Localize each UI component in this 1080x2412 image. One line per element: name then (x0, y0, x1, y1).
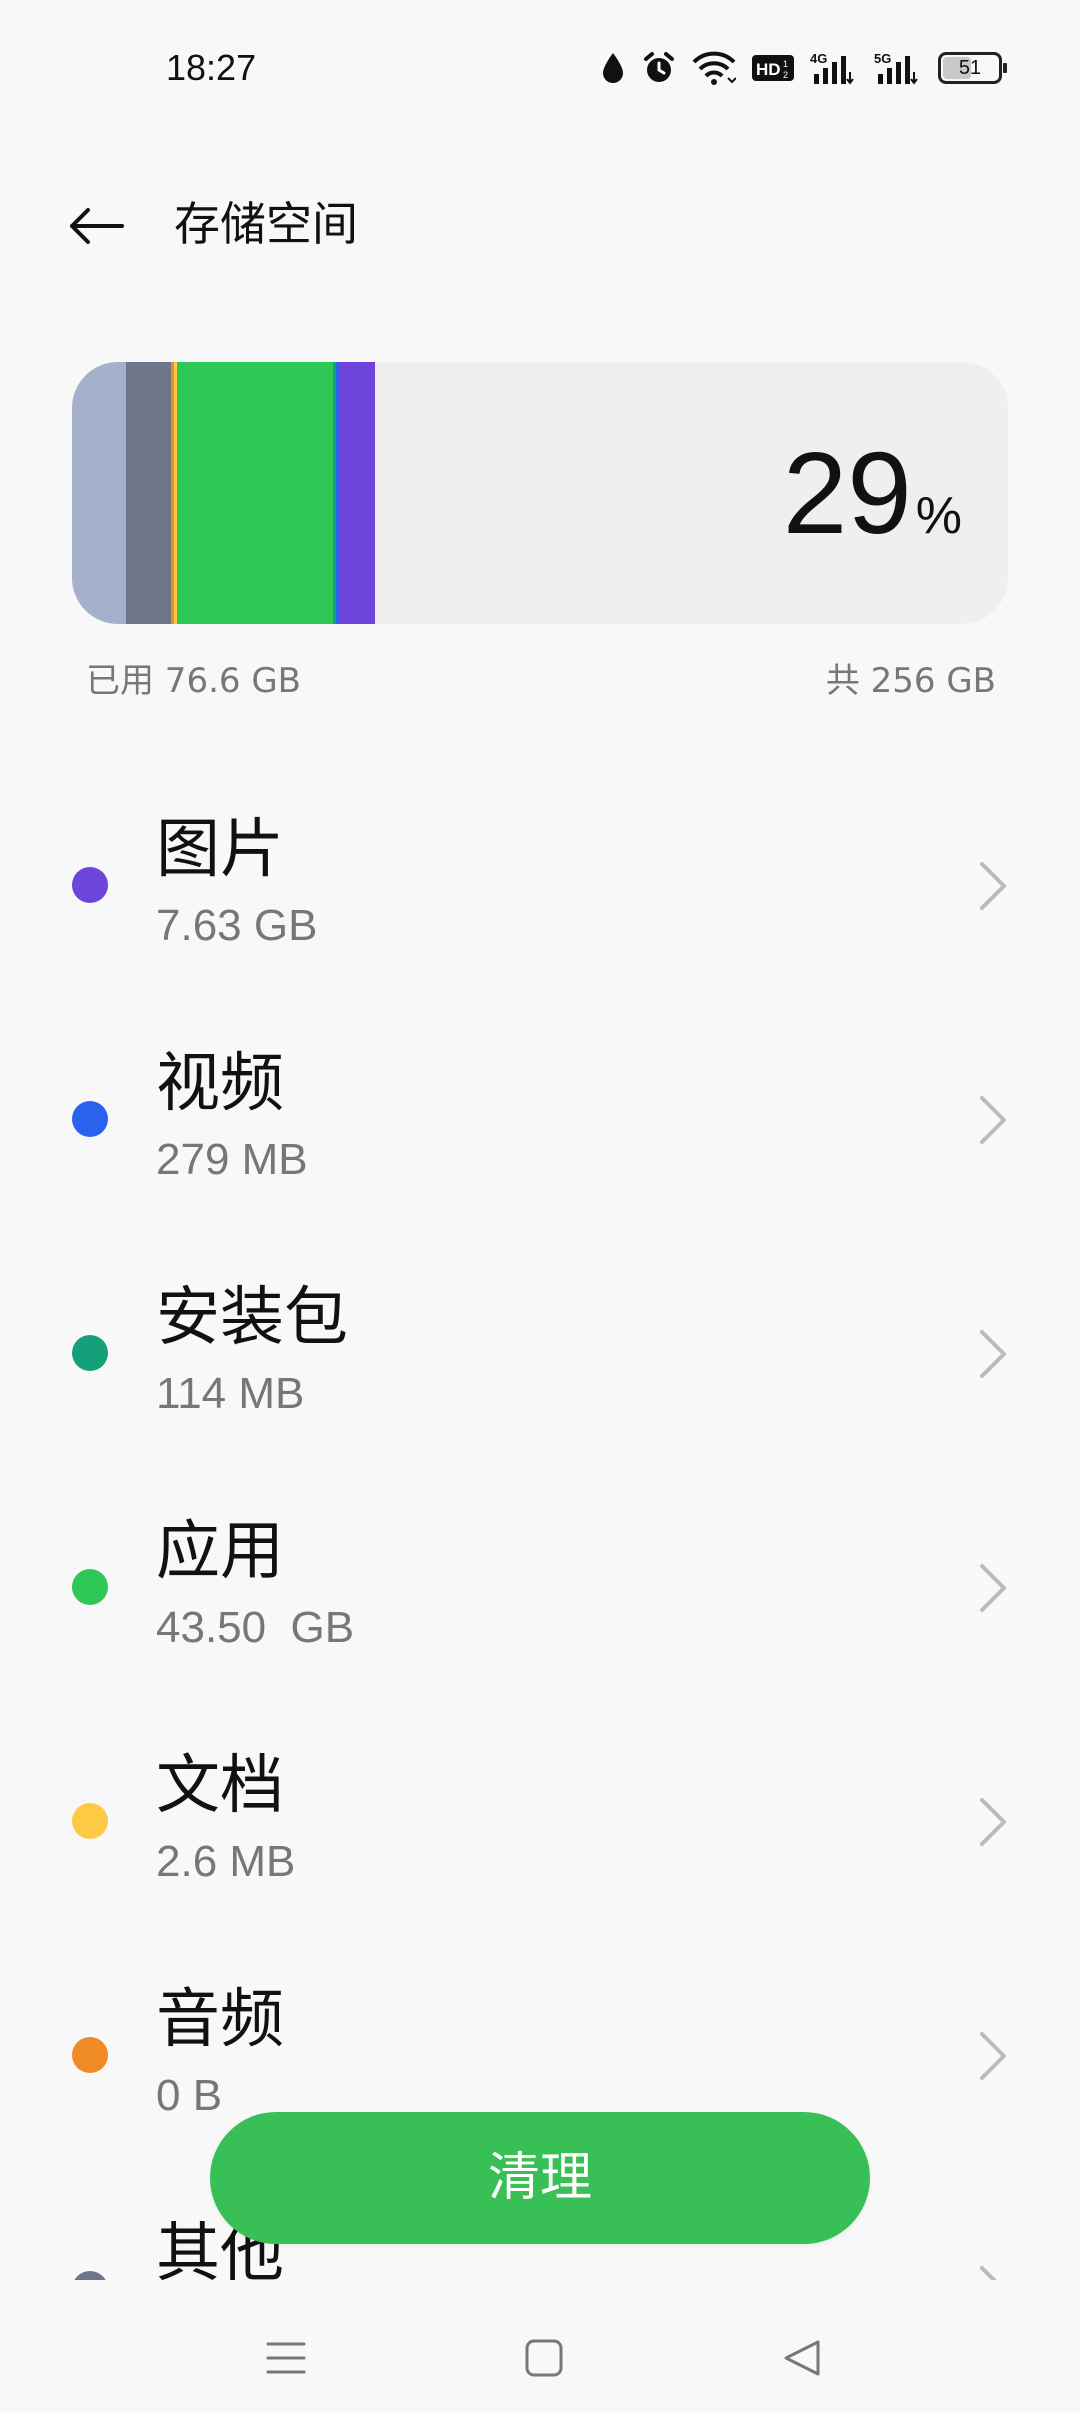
category-size: 2.6 MB (156, 1837, 296, 1886)
category-row-pictures[interactable]: 图片 7.63 GB (0, 770, 1080, 1004)
category-color-dot (72, 2037, 108, 2073)
category-name: 图片 (156, 813, 284, 887)
category-row-apps[interactable]: 应用 43.50 GB (0, 1472, 1080, 1706)
5g-signal-icon: 5G (874, 50, 922, 86)
usage-percent-value: 29 (782, 428, 912, 558)
chevron-right-icon (980, 2032, 1006, 2080)
hd-label: HD (756, 60, 781, 79)
home-button[interactable] (508, 2322, 580, 2394)
usage-percent-sign: % (915, 487, 962, 545)
menu-icon (266, 2342, 306, 2374)
arrow-left-icon (70, 208, 124, 244)
category-color-dot (72, 1803, 108, 1839)
back-nav-button[interactable] (766, 2322, 838, 2394)
status-bar: 18:27 HD 1 2 4G 5G 51 (0, 0, 1080, 136)
category-name: 文档 (156, 1749, 284, 1823)
category-color-dot (72, 867, 108, 903)
category-name: 安装包 (156, 1281, 348, 1355)
category-size: 279 MB (156, 1135, 308, 1184)
category-size: 7.63 GB (156, 901, 318, 950)
hd-icon: HD 1 2 (752, 53, 794, 83)
chevron-right-icon (980, 1330, 1006, 1378)
category-row-documents[interactable]: 文档 2.6 MB (0, 1706, 1080, 1940)
category-row-videos[interactable]: 视频 279 MB (0, 1004, 1080, 1238)
system-nav-bar (0, 2300, 1080, 2412)
category-color-dot (72, 1569, 108, 1605)
svg-text:1: 1 (783, 59, 788, 69)
category-size: 43.50 GB (156, 1603, 355, 1652)
status-icons: HD 1 2 4G 5G 51 (600, 44, 1007, 92)
category-name: 应用 (156, 1515, 284, 1589)
clean-button[interactable]: 清理 (210, 2112, 870, 2244)
category-size: 0 B (156, 2071, 223, 2120)
storage-screen: 18:27 HD 1 2 4G 5G 51 存储空间 29 % 已用 76.6 … (0, 0, 1080, 2412)
alarm-icon (642, 51, 676, 85)
chevron-right-icon (980, 862, 1006, 910)
battery-level: 51 (958, 57, 982, 79)
usage-segments (72, 362, 375, 624)
status-time: 18:27 (166, 47, 257, 88)
usage-segment (125, 362, 172, 624)
usage-segment (340, 362, 375, 624)
usage-segment (176, 362, 334, 624)
water-drop-icon (600, 51, 626, 85)
category-row-packages[interactable]: 安装包 114 MB (0, 1238, 1080, 1472)
usage-segment (72, 362, 126, 624)
network-4g-label: 4G (810, 51, 827, 66)
usage-percent: 29 % (783, 432, 962, 554)
total-storage-label: 共 256 GB (825, 661, 996, 701)
chevron-right-icon (980, 1798, 1006, 1846)
category-size: 114 MB (156, 1369, 305, 1418)
category-color-dot (72, 1335, 108, 1371)
used-storage-label: 已用 76.6 GB (86, 661, 301, 701)
back-button[interactable] (60, 190, 132, 262)
svg-text:2: 2 (783, 70, 788, 80)
storage-usage-bar: 29 % (72, 362, 1008, 624)
page-title: 存储空间 (174, 197, 358, 251)
category-name: 视频 (156, 1047, 284, 1121)
battery-icon: 51 (938, 52, 1007, 84)
chevron-right-icon (980, 1096, 1006, 1144)
category-color-dot (72, 1101, 108, 1137)
category-name: 音频 (156, 1983, 284, 2057)
chevron-right-icon (980, 1564, 1006, 1612)
network-5g-label: 5G (874, 51, 891, 66)
recent-apps-button[interactable] (250, 2322, 322, 2394)
back-triangle-icon (784, 2340, 820, 2376)
home-square-icon (525, 2339, 563, 2377)
4g-signal-icon: 4G (810, 50, 858, 86)
wifi-icon (692, 50, 736, 86)
